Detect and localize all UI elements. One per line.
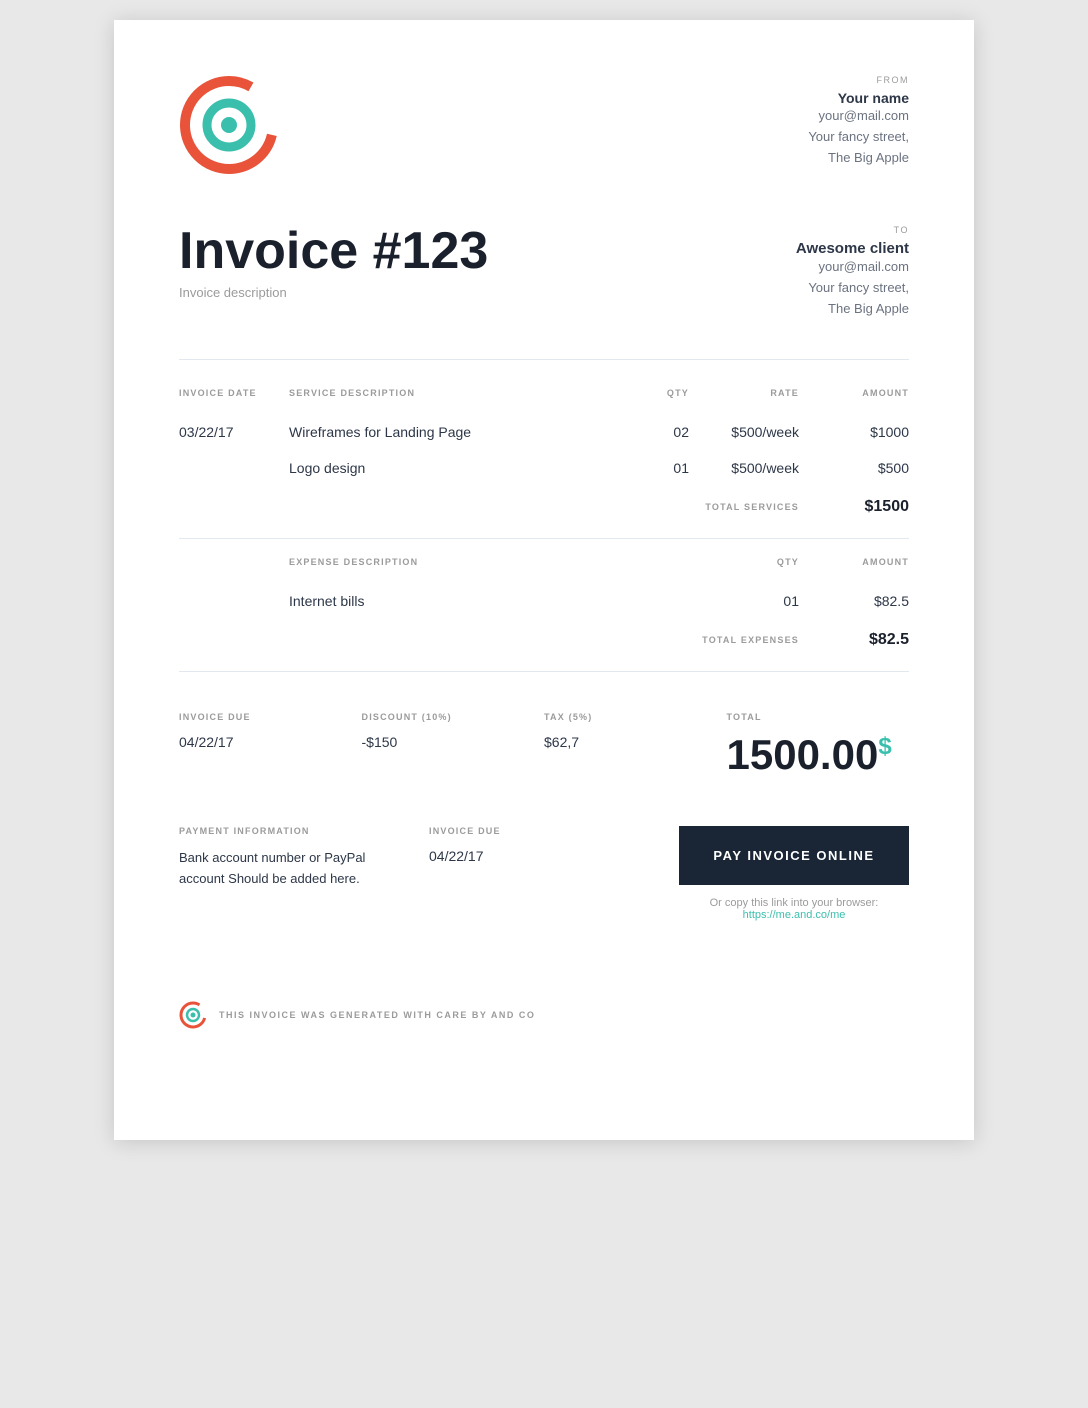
total-label: TOTAL	[727, 712, 910, 722]
header-expense-qty: QTY	[689, 557, 799, 567]
from-block: FROM Your name your@mail.com Your fancy …	[808, 75, 909, 168]
service-qty-2: 01	[609, 460, 689, 476]
to-email: your@mail.com	[796, 257, 909, 278]
from-email: your@mail.com	[808, 106, 909, 127]
invoice-due-label: INVOICE DUE	[179, 712, 362, 722]
payment-due-col: INVOICE DUE 04/22/17	[429, 826, 659, 864]
header-rate: RATE	[689, 388, 799, 398]
invoice-description: Invoice description	[179, 285, 488, 300]
total-services-row: TOTAL SERVICES $1500	[179, 486, 909, 528]
expense-row-1: Internet bills 01 $82.5	[179, 583, 909, 619]
from-city: The Big Apple	[808, 148, 909, 169]
footer: THIS INVOICE WAS GENERATED WITH CARE BY …	[179, 981, 909, 1029]
total-services-amount: $1500	[799, 498, 909, 516]
totals-due-col: INVOICE DUE 04/22/17	[179, 712, 362, 750]
pay-link-text: Or copy this link into your browser: htt…	[679, 897, 909, 921]
header: FROM Your name your@mail.com Your fancy …	[179, 75, 909, 175]
footer-logo-icon	[179, 1001, 207, 1029]
payment-info-text: Bank account number or PayPal account Sh…	[179, 848, 409, 890]
expense-amount-1: $82.5	[799, 593, 909, 609]
expense-empty-col2	[609, 557, 689, 567]
header-amount: AMOUNT	[799, 388, 909, 398]
from-label: FROM	[808, 75, 909, 85]
services-table-header: INVOICE DATE SERVICE DESCRIPTION QTY RAT…	[179, 380, 909, 406]
total-value: 1500.00$	[727, 734, 910, 776]
company-logo	[179, 75, 279, 175]
payment-section: PAYMENT INFORMATION Bank account number …	[179, 826, 909, 921]
tax-label: TAX (5%)	[544, 712, 727, 722]
total-currency: $	[878, 733, 891, 760]
from-name: Your name	[808, 90, 909, 106]
divider-3	[179, 671, 909, 672]
totals-tax-col: TAX (5%) $62,7	[544, 712, 727, 750]
pay-link[interactable]: https://me.and.co/me	[743, 909, 846, 921]
discount-value: -$150	[362, 734, 545, 750]
expense-empty-col	[179, 557, 289, 567]
expense-qty-1: 01	[689, 593, 799, 609]
expenses-table-header: EXPENSE DESCRIPTION QTY AMOUNT	[179, 549, 909, 575]
total-expenses-label: TOTAL EXPENSES	[689, 635, 799, 645]
divider-1	[179, 359, 909, 360]
totals-section: INVOICE DUE 04/22/17 DISCOUNT (10%) -$15…	[179, 692, 909, 776]
to-block: TO Awesome client your@mail.com Your fan…	[796, 225, 909, 319]
total-expenses-row: TOTAL EXPENSES $82.5	[179, 619, 909, 661]
services-section: INVOICE DATE SERVICE DESCRIPTION QTY RAT…	[179, 380, 909, 528]
service-rate-2: $500/week	[689, 460, 799, 476]
service-row-2: Logo design 01 $500/week $500	[179, 450, 909, 486]
service-amount-1: $1000	[799, 424, 909, 440]
pay-invoice-button[interactable]: PAY INVOICE ONLINE	[679, 826, 909, 885]
to-city: The Big Apple	[796, 299, 909, 320]
service-desc-1: Wireframes for Landing Page	[289, 424, 609, 440]
divider-2	[179, 538, 909, 539]
service-rate-1: $500/week	[689, 424, 799, 440]
totals-grid: INVOICE DUE 04/22/17 DISCOUNT (10%) -$15…	[179, 712, 909, 776]
pay-link-prefix: Or copy this link into your browser:	[710, 897, 879, 909]
service-amount-2: $500	[799, 460, 909, 476]
expenses-section: EXPENSE DESCRIPTION QTY AMOUNT Internet …	[179, 549, 909, 661]
header-service-desc: SERVICE DESCRIPTION	[289, 388, 609, 398]
service-qty-1: 02	[609, 424, 689, 440]
to-name: Awesome client	[796, 240, 909, 257]
payment-due-value: 04/22/17	[429, 848, 659, 864]
total-expenses-amount: $82.5	[799, 631, 909, 649]
total-services-label: TOTAL SERVICES	[689, 502, 799, 512]
header-expense-desc: EXPENSE DESCRIPTION	[289, 557, 609, 567]
total-main: 1500.00	[727, 731, 879, 778]
payment-info-label: PAYMENT INFORMATION	[179, 826, 409, 836]
totals-total-col: TOTAL 1500.00$	[727, 712, 910, 776]
footer-text: THIS INVOICE WAS GENERATED WITH CARE BY …	[219, 1010, 535, 1020]
from-street: Your fancy street,	[808, 127, 909, 148]
to-label: TO	[796, 225, 909, 235]
service-desc-2: Logo design	[289, 460, 609, 476]
invoice-title: Invoice #123	[179, 225, 488, 277]
header-invoice-date: INVOICE DATE	[179, 388, 289, 398]
expense-desc-1: Internet bills	[289, 593, 609, 609]
header-expense-amount: AMOUNT	[799, 557, 909, 567]
totals-discount-col: DISCOUNT (10%) -$150	[362, 712, 545, 750]
invoice-due-value: 04/22/17	[179, 734, 362, 750]
payment-info-col: PAYMENT INFORMATION Bank account number …	[179, 826, 409, 890]
invoice-page: FROM Your name your@mail.com Your fancy …	[114, 20, 974, 1140]
payment-due-label: INVOICE DUE	[429, 826, 659, 836]
invoice-title-left: Invoice #123 Invoice description	[179, 225, 488, 300]
to-street: Your fancy street,	[796, 278, 909, 299]
header-qty: QTY	[609, 388, 689, 398]
payment-button-col: PAY INVOICE ONLINE Or copy this link int…	[679, 826, 909, 921]
discount-label: DISCOUNT (10%)	[362, 712, 545, 722]
tax-value: $62,7	[544, 734, 727, 750]
invoice-date-value: 03/22/17	[179, 424, 289, 440]
service-row-1: 03/22/17 Wireframes for Landing Page 02 …	[179, 414, 909, 450]
invoice-title-section: Invoice #123 Invoice description TO Awes…	[179, 225, 909, 319]
